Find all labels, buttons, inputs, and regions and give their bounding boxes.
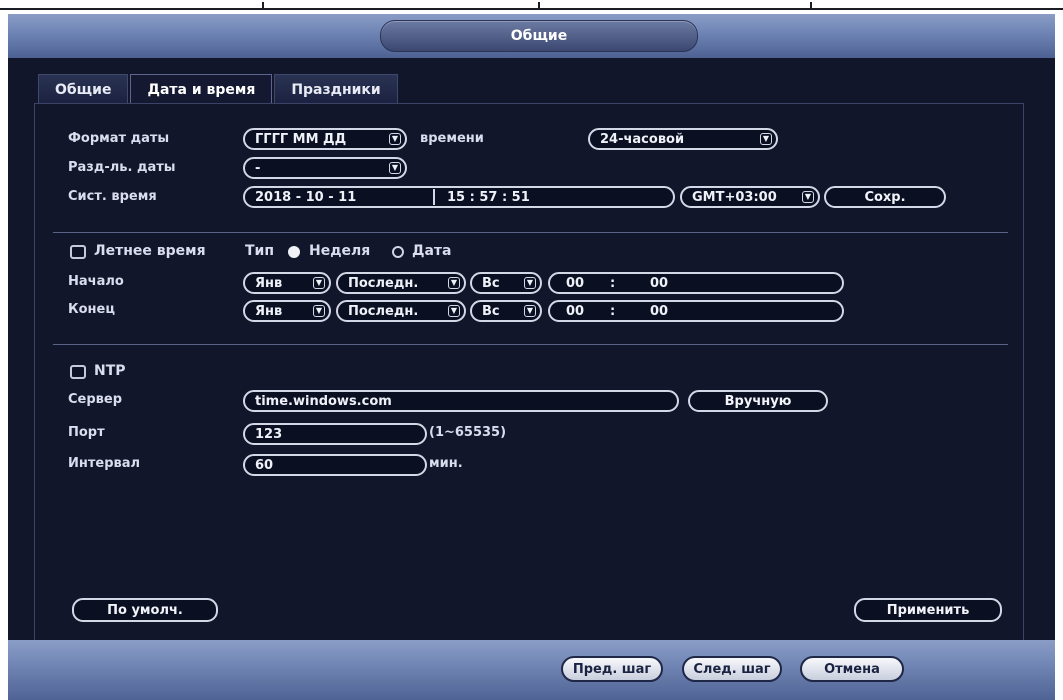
ntp-server-label: Сервер: [68, 392, 123, 407]
dropdown-arrow-icon: ▼: [313, 305, 325, 317]
ntp-interval-unit: мин.: [429, 456, 463, 471]
dst-end-label: Конец: [68, 302, 115, 317]
dst-end-minute: 00: [650, 303, 669, 319]
dst-date-radio[interactable]: [392, 246, 404, 258]
date-time-divider: [433, 189, 435, 205]
top-edge-tick: [262, 2, 264, 9]
dst-date-label: Дата: [412, 243, 452, 259]
dropdown-arrow-icon: ▼: [389, 162, 401, 174]
window-title: Общие: [380, 20, 698, 52]
time-format-label: времени: [420, 131, 484, 146]
dst-end-week-value: Последн.: [348, 303, 419, 319]
dropdown-arrow-icon: ▼: [760, 133, 772, 145]
system-date-value: 2018 - 10 - 11: [255, 189, 357, 205]
ntp-server-input[interactable]: time.windows.com: [243, 390, 679, 412]
ntp-port-range: (1~65535): [429, 425, 507, 440]
ntp-interval-value: 60: [255, 457, 274, 473]
section-divider: [53, 344, 1008, 345]
dst-checkbox[interactable]: [70, 245, 86, 259]
ntp-label: NTP: [94, 363, 126, 379]
date-separator-label: Разд-ль. даты: [68, 160, 176, 175]
dropdown-arrow-icon: ▼: [389, 133, 401, 145]
tab-date-time[interactable]: Дата и время: [130, 74, 273, 104]
dst-start-hour: 00: [566, 275, 585, 291]
dst-week-label: Неделя: [309, 243, 371, 259]
ntp-port-label: Порт: [68, 425, 105, 440]
dst-week-radio[interactable]: [288, 246, 300, 258]
prev-step-button[interactable]: Пред. шаг: [561, 656, 663, 682]
cancel-button[interactable]: Отмена: [800, 656, 904, 682]
time-format-select[interactable]: 24-часовой ▼: [588, 128, 778, 150]
system-clock-value: 15 : 57 : 51: [447, 189, 530, 205]
wizard-footer: Пред. шаг След. шаг Отмена: [8, 640, 1055, 700]
system-time-field[interactable]: 2018 - 10 - 11 15 : 57 : 51: [243, 186, 675, 208]
date-separator-select[interactable]: - ▼: [243, 157, 407, 179]
dst-end-month-select[interactable]: Янв ▼: [243, 300, 331, 322]
time-format-value: 24-часовой: [600, 131, 685, 147]
timezone-select[interactable]: GMT+03:00 ▼: [680, 186, 820, 208]
default-button[interactable]: По умолч.: [72, 598, 218, 622]
dst-start-minute: 00: [650, 275, 669, 291]
top-edge-tick: [538, 2, 540, 9]
top-edge-tick: [810, 2, 812, 9]
system-time-label: Сист. время: [68, 189, 157, 204]
dropdown-arrow-icon: ▼: [448, 305, 460, 317]
ntp-checkbox[interactable]: [70, 365, 86, 379]
dropdown-arrow-icon: ▼: [524, 305, 536, 317]
date-separator-value: -: [255, 160, 261, 176]
next-step-button[interactable]: След. шаг: [682, 656, 782, 682]
time-colon: :: [610, 303, 616, 319]
dst-end-hour: 00: [566, 303, 585, 319]
dst-start-day-select[interactable]: Вс ▼: [470, 272, 542, 294]
top-edge: [0, 0, 1063, 14]
tab-holidays[interactable]: Праздники: [274, 74, 398, 104]
date-format-label: Формат даты: [68, 131, 170, 146]
title-bar: Общие: [8, 14, 1055, 58]
save-time-button[interactable]: Сохр.: [824, 186, 946, 208]
ntp-port-input[interactable]: 123: [243, 423, 427, 445]
dst-start-week-select[interactable]: Последн. ▼: [336, 272, 466, 294]
dst-end-week-select[interactable]: Последн. ▼: [336, 300, 466, 322]
ntp-server-value: time.windows.com: [255, 393, 392, 409]
dst-start-month-select[interactable]: Янв ▼: [243, 272, 331, 294]
dst-end-day-select[interactable]: Вс ▼: [470, 300, 542, 322]
top-edge-line: [0, 8, 1063, 10]
ntp-interval-input[interactable]: 60: [243, 454, 427, 476]
tab-general[interactable]: Общие: [38, 74, 129, 104]
dropdown-arrow-icon: ▼: [313, 277, 325, 289]
dst-start-label: Начало: [68, 274, 124, 289]
manual-sync-button[interactable]: Вручную: [688, 390, 828, 412]
dropdown-arrow-icon: ▼: [802, 191, 814, 203]
dst-type-label: Тип: [245, 243, 275, 259]
apply-button[interactable]: Применить: [854, 598, 1002, 622]
tab-bar: Общие Дата и время Праздники: [38, 74, 400, 104]
dst-start-time-field[interactable]: 00 : 00: [548, 272, 844, 294]
ntp-port-value: 123: [255, 426, 283, 442]
dst-start-week-value: Последн.: [348, 275, 419, 291]
dst-label: Летнее время: [94, 243, 206, 259]
date-format-select[interactable]: ГГГГ ММ ДД ▼: [243, 128, 407, 150]
dst-end-time-field[interactable]: 00 : 00: [548, 300, 844, 322]
timezone-value: GMT+03:00: [692, 189, 777, 205]
dropdown-arrow-icon: ▼: [448, 277, 460, 289]
dropdown-arrow-icon: ▼: [524, 277, 536, 289]
dst-end-month-value: Янв: [255, 303, 283, 319]
dst-start-day-value: Вс: [482, 275, 500, 291]
section-divider: [53, 232, 1008, 233]
dst-end-day-value: Вс: [482, 303, 500, 319]
time-colon: :: [610, 275, 616, 291]
ntp-interval-label: Интервал: [68, 456, 141, 471]
date-format-value: ГГГГ ММ ДД: [255, 131, 347, 147]
settings-window: Общие Общие Дата и время Праздники Форма…: [8, 14, 1055, 700]
dst-start-month-value: Янв: [255, 275, 283, 291]
